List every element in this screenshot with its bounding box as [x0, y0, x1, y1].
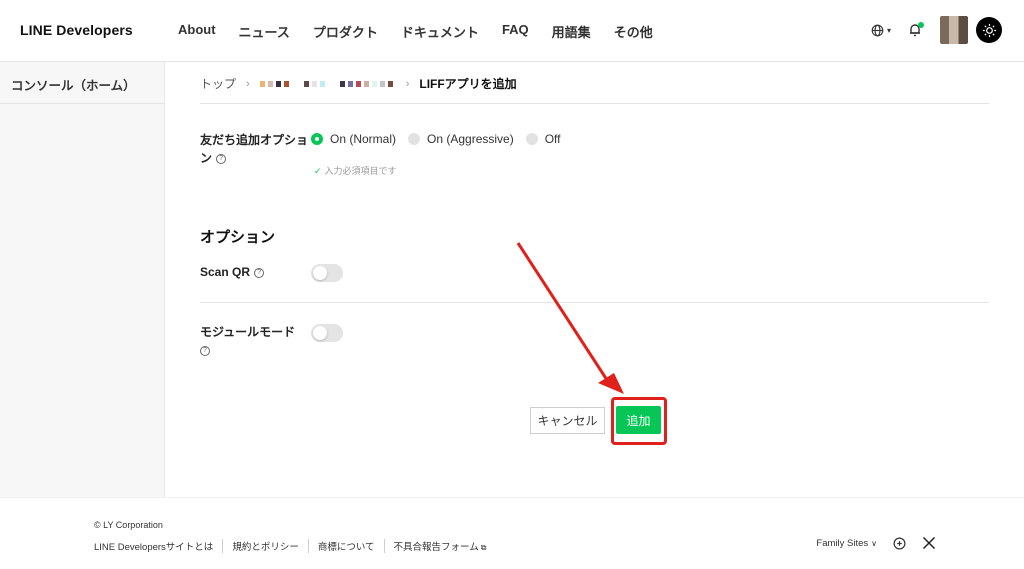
radio-selected-indicator [311, 133, 323, 145]
breadcrumb-current: LIFFアプリを追加 [419, 77, 517, 91]
top-header: LINE Developers About ニュース プロダクト ドキュメント … [0, 0, 1024, 62]
main-nav: About ニュース プロダクト ドキュメント FAQ 用語集 その他 [178, 22, 676, 41]
copyright: © LY Corporation [94, 520, 163, 530]
radio-label: On (Aggressive) [427, 132, 514, 146]
toggle-knob [313, 326, 327, 340]
chevron-right-icon: › [246, 77, 250, 90]
chat-bubble-icon[interactable] [893, 537, 906, 550]
module-mode-label-text: モジュールモード [200, 325, 296, 339]
footer-link-about-site[interactable]: LINE Developersサイトとは [94, 539, 224, 553]
notification-dot [918, 22, 924, 28]
radio-indicator [408, 133, 421, 145]
annotation-highlight-box [611, 397, 667, 445]
nav-other[interactable]: その他 [614, 22, 653, 41]
x-logo-icon[interactable] [922, 536, 936, 550]
breadcrumb: トップ › › LIFFアプリを追加 [200, 75, 517, 92]
radio-indicator [525, 133, 538, 145]
chevron-right-icon: › [405, 77, 410, 90]
scan-qr-label: Scan QR? [200, 263, 265, 281]
nav-glossary[interactable]: 用語集 [552, 22, 591, 41]
radio-label: Off [544, 132, 561, 146]
cancel-button[interactable]: キャンセル [530, 407, 605, 434]
footer-links: LINE Developersサイトとは 規約とポリシー 商標について 不具合報… [94, 539, 504, 553]
divider [200, 103, 989, 104]
friend-option-label-line2: ン [200, 151, 213, 165]
radio-on-aggressive[interactable]: On (Aggressive) [408, 132, 514, 146]
friend-option-radio-group: On (Normal) On (Aggressive) Off [311, 132, 573, 146]
options-section-title: オプション [200, 229, 276, 246]
module-mode-label: モジュールモード ? [200, 323, 295, 359]
help-icon[interactable]: ? [216, 153, 227, 164]
friend-option-label: 友だち追加オプショ ン? [200, 131, 308, 167]
radio-off[interactable]: Off [525, 132, 561, 146]
toggle-knob [313, 266, 327, 280]
globe-icon [871, 24, 884, 36]
user-avatar[interactable] [940, 16, 968, 44]
main-content: トップ › › LIFFアプリを追加 友だち追加オプショ ン? On (Norm… [165, 62, 1024, 497]
family-sites-label: Family Sites [816, 537, 869, 549]
nav-faq[interactable]: FAQ [502, 22, 529, 41]
header-actions: ▾ [871, 16, 1002, 44]
external-link-icon: ⧉ [480, 543, 487, 552]
required-note-text: 入力必須項目です [324, 166, 397, 176]
notification-button[interactable] [908, 22, 924, 38]
chevron-down-icon: ∨ [871, 538, 877, 548]
nav-news[interactable]: ニュース [239, 22, 290, 41]
required-note: ✓ 入力必須項目です [314, 164, 397, 177]
sun-icon [982, 23, 996, 37]
footer-link-trademarks[interactable]: 商標について [318, 539, 385, 553]
footer-right: Family Sites ∨ [816, 536, 936, 550]
friend-option-label-line1: 友だち追加オプショ [200, 133, 309, 147]
help-icon[interactable]: ? [200, 345, 210, 356]
sidebar-item-console-home[interactable]: コンソール（ホーム） [0, 62, 164, 104]
family-sites-dropdown[interactable]: Family Sites ∨ [816, 538, 877, 549]
sidebar: コンソール（ホーム） [0, 62, 165, 497]
breadcrumb-top[interactable]: トップ [200, 75, 236, 92]
scan-qr-toggle[interactable] [311, 264, 343, 282]
help-icon[interactable]: ? [254, 267, 265, 278]
nav-about[interactable]: About [178, 22, 216, 41]
check-icon: ✓ [314, 166, 322, 176]
language-selector[interactable]: ▾ [871, 24, 891, 37]
nav-documents[interactable]: ドキュメント [401, 22, 479, 41]
scan-qr-label-text: Scan QR [200, 265, 251, 279]
divider [200, 302, 989, 303]
chevron-down-icon: ▾ [886, 25, 891, 35]
site-logo[interactable]: LINE Developers [20, 22, 133, 38]
footer: © LY Corporation LINE Developersサイトとは 規約… [0, 497, 1024, 569]
footer-link-bug-report-text: 不具合報告フォーム [393, 542, 479, 553]
breadcrumb-provider-redacted[interactable] [259, 80, 396, 87]
radio-on-normal[interactable]: On (Normal) [311, 132, 396, 146]
theme-toggle-button[interactable] [976, 17, 1002, 43]
radio-label: On (Normal) [330, 132, 397, 146]
footer-link-terms[interactable]: 規約とポリシー [232, 539, 309, 553]
module-mode-toggle[interactable] [311, 324, 343, 342]
footer-link-bug-report[interactable]: 不具合報告フォーム ⧉ [394, 539, 496, 553]
nav-products[interactable]: プロダクト [313, 22, 378, 41]
